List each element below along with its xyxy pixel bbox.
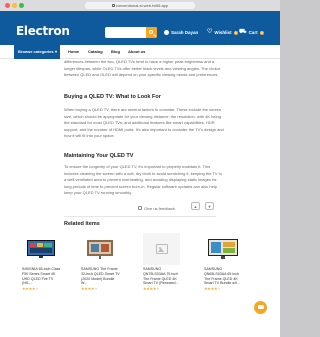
url-text: conventional-sl.web.tviit5.app [115, 3, 169, 8]
product-rating: ★★★★★ [22, 286, 39, 291]
maximize-window-button[interactable] [19, 3, 24, 8]
feedback-link[interactable]: Give us feedback [138, 203, 175, 213]
chat-button[interactable] [254, 301, 267, 314]
thumbs-up-button[interactable]: ▲ [191, 202, 200, 210]
product-rating: ★★★★★ [204, 286, 221, 291]
lock-icon [111, 4, 115, 8]
thumbs-up-icon: ▲ [193, 203, 198, 209]
tv-image [26, 240, 55, 258]
main-content: differences between the two. QLED TVs te… [0, 59, 280, 337]
account-link[interactable]: Sarah Dayan [164, 30, 198, 35]
wishlist-label: Wishlist [214, 30, 232, 35]
product-title[interactable]: INSIGNIA 65-inch Class F50 Series Smart … [22, 267, 62, 286]
cart-label: Cart [248, 30, 258, 35]
product-title[interactable]: SAMSUNG The Frame 32-inch QLED Smart TV … [81, 267, 121, 286]
product-image [204, 233, 241, 265]
related-item-card[interactable]: INSIGNIA 65-inch Class F50 Series Smart … [22, 233, 62, 293]
product-title[interactable]: SAMSUNG QN75LS03AA 75 inch The Frame QLE… [143, 267, 183, 286]
product-rating: ★★★★★ [143, 286, 160, 291]
main-nav: Browse categories Home Catalog Blog Abou… [0, 45, 280, 59]
search-input[interactable] [105, 27, 157, 38]
divider [64, 216, 216, 217]
thumbs-down-icon: ▼ [207, 203, 212, 209]
product-image [81, 233, 118, 265]
cart-count-badge: 0 [259, 30, 264, 35]
wishlist-link[interactable]: ♡ Wishlist 0 [207, 29, 238, 35]
section-body-maintaining: To ensure the longevity of your QLED TV,… [64, 164, 222, 196]
search-icon [149, 29, 153, 34]
section-body-buying: When buying a QLED TV, there are several… [64, 107, 224, 139]
tv-image [207, 239, 238, 259]
thumbs-down-button[interactable]: ▼ [205, 202, 214, 210]
nav-link-home[interactable]: Home [68, 45, 79, 59]
nav-link-catalog[interactable]: Catalog [88, 45, 103, 59]
cart-link[interactable]: ⛟ Cart 0 [239, 29, 264, 35]
product-rating: ★★★★★ [81, 286, 98, 291]
related-item-card[interactable]: SAMSUNG QN65LS03AA 65 inch The Frame QLE… [204, 233, 241, 293]
nav-link-about[interactable]: About us [128, 45, 145, 59]
feedback-label: Give us feedback [144, 205, 175, 211]
article-intro: differences between the two. QLED TVs te… [64, 59, 221, 78]
image-placeholder-icon [155, 244, 168, 254]
search-button[interactable] [146, 27, 157, 38]
minimize-window-button[interactable] [12, 3, 17, 8]
related-item-card[interactable]: SAMSUNG The Frame 32-inch QLED Smart TV … [81, 233, 121, 293]
related-items-title: Related items [64, 221, 100, 227]
user-icon [164, 30, 169, 35]
wishlist-count-badge: 0 [233, 30, 238, 35]
heart-icon: ♡ [207, 29, 213, 35]
account-label: Sarah Dayan [171, 30, 199, 35]
section-heading-buying: Buying a QLED TV: What to Look For [64, 94, 161, 100]
chat-icon [257, 305, 264, 309]
product-title[interactable]: SAMSUNG QN65LS03AA 65 inch The Frame QLE… [204, 267, 244, 286]
product-image [22, 233, 59, 265]
browser-toolbar: conventional-sl.web.tviit5.app [0, 0, 280, 11]
related-item-card[interactable]: SAMSUNG QN75LS03AA 75 inch The Frame QLE… [143, 233, 180, 293]
nav-link-blog[interactable]: Blog [111, 45, 120, 59]
feedback-icon [138, 206, 142, 210]
site-header: Electron Sarah Dayan ♡ Wishlist 0 ⛟ Cart… [0, 11, 280, 45]
site-logo[interactable]: Electron [16, 24, 70, 38]
cart-icon: ⛟ [239, 29, 247, 35]
browse-categories-button[interactable]: Browse categories [14, 45, 60, 59]
tv-image [86, 240, 113, 259]
product-image [143, 233, 180, 265]
close-window-button[interactable] [5, 3, 10, 8]
address-bar[interactable]: conventional-sl.web.tviit5.app [85, 2, 195, 9]
section-heading-maintaining: Maintaining Your QLED TV [64, 153, 134, 159]
